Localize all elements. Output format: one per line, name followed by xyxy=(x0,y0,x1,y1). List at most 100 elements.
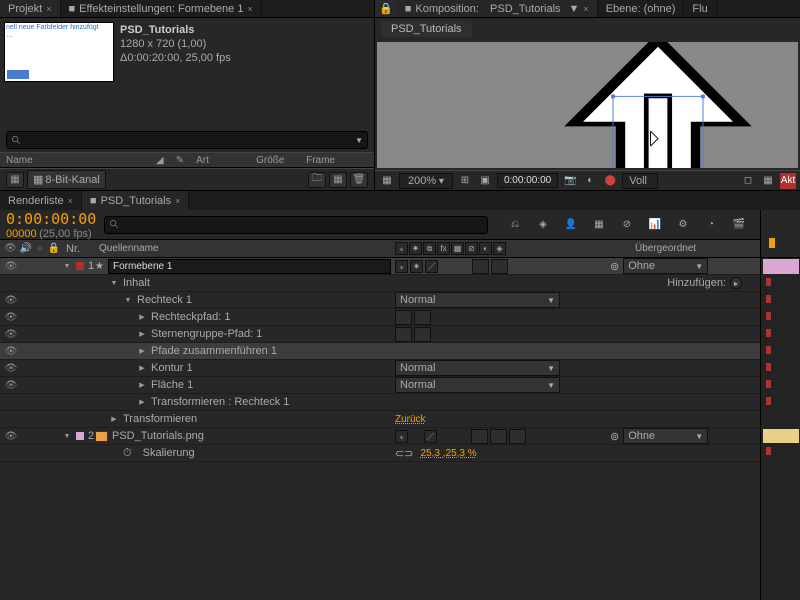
tab-timeline-comp[interactable]: ■PSD_Tutorials× xyxy=(82,191,189,210)
visibility-toggle[interactable]: 👁 xyxy=(4,312,18,323)
collapse-switch[interactable]: ✷ xyxy=(410,260,423,273)
layer-bar[interactable] xyxy=(763,429,799,443)
close-icon[interactable]: × xyxy=(583,4,588,14)
visibility-toggle[interactable]: 👁 xyxy=(4,363,18,374)
twirl-icon[interactable] xyxy=(137,363,147,373)
fill-row[interactable]: 👁 Fläche 1 Normal▼ xyxy=(0,377,760,394)
scale-property-row[interactable]: ⏱ Skalierung ⊂⊃ 25,3 ,25,3 % xyxy=(0,445,760,462)
visibility-toggle[interactable]: 👁 xyxy=(4,295,18,306)
layer-row[interactable]: 👁 1 ★ ⁎ ✷ ／ ⊚ Ohne▼ xyxy=(0,258,760,275)
frame-blend-icon[interactable]: ▦ xyxy=(588,215,610,235)
twirl-icon[interactable] xyxy=(109,278,119,288)
quality-icon[interactable]: ⧉ xyxy=(423,242,436,255)
timeline-track-area[interactable] xyxy=(760,210,800,600)
keyframe-marker[interactable] xyxy=(766,329,771,337)
visibility-toggle[interactable]: 👁 xyxy=(4,329,18,340)
transform-rect-row[interactable]: Transformieren : Rechteck 1 xyxy=(0,394,760,411)
path-toggle[interactable] xyxy=(395,327,412,342)
auto-keyframe-icon[interactable]: ◔ xyxy=(700,215,722,235)
active-camera-badge[interactable]: Akt xyxy=(780,173,796,189)
composition-viewport[interactable] xyxy=(377,42,798,168)
blend-mode-dropdown[interactable]: Normal▼ xyxy=(395,292,560,308)
label-icon[interactable]: ✎ xyxy=(170,155,190,166)
interpret-footage-icon[interactable]: ▦ xyxy=(6,172,24,188)
audio-icon[interactable]: 🔊 xyxy=(20,243,32,254)
mode-toggle[interactable] xyxy=(471,429,488,444)
mode-toggle[interactable] xyxy=(472,259,489,274)
quality-switch[interactable]: ／ xyxy=(425,260,438,273)
timeline-search-input[interactable] xyxy=(104,216,488,234)
stroke-row[interactable]: 👁 Kontur 1 Normal▼ xyxy=(0,360,760,377)
close-icon[interactable]: × xyxy=(247,4,252,14)
transform-row[interactable]: Transformieren Zurück xyxy=(0,411,760,428)
keyframe-marker[interactable] xyxy=(766,278,771,286)
shape-group-row[interactable]: 👁 Rechteck 1 Normal▼ xyxy=(0,292,760,309)
twirl-icon[interactable] xyxy=(62,431,72,441)
layer-bar[interactable] xyxy=(763,259,799,274)
shy-switch[interactable]: ⁎ xyxy=(395,260,408,273)
new-comp-icon[interactable]: ▦ xyxy=(329,172,347,188)
col-source[interactable]: Quellenname xyxy=(95,243,395,254)
tab-layer[interactable]: Ebene: (ohne) xyxy=(598,0,685,17)
close-icon[interactable]: × xyxy=(175,196,180,206)
frame-counter[interactable]: 00000 (25,00 fps) xyxy=(6,228,96,240)
arrow-shape[interactable] xyxy=(548,42,768,168)
collapse-icon[interactable]: ✷ xyxy=(409,242,422,255)
pickwhip-icon[interactable]: ⊚ xyxy=(610,260,619,273)
keyframe-marker[interactable] xyxy=(766,346,771,354)
visibility-icon[interactable]: 👁 xyxy=(4,243,17,254)
blend-mode-dropdown[interactable]: Normal▼ xyxy=(395,360,560,376)
quality-switch[interactable]: ／ xyxy=(424,430,437,443)
zoom-dropdown[interactable]: 200% ▾ xyxy=(399,173,453,189)
shy-switch[interactable]: ⁎ xyxy=(395,430,408,443)
draft3d-icon[interactable]: ◈ xyxy=(532,215,554,235)
solo-icon[interactable]: ○ xyxy=(35,243,44,254)
adjustment-icon[interactable]: ◐ xyxy=(479,242,492,255)
shape-path-row[interactable]: 👁 Sternengruppe-Pfad: 1 xyxy=(0,326,760,343)
path-toggle[interactable] xyxy=(414,310,431,325)
label-color[interactable] xyxy=(76,432,84,440)
trash-icon[interactable]: 🗑 xyxy=(350,172,368,188)
render-icon[interactable]: 🎬 xyxy=(728,215,750,235)
resolution-dropdown[interactable]: Voll xyxy=(622,173,658,189)
col-size[interactable]: Größe xyxy=(250,155,300,166)
visibility-toggle[interactable]: 👁 xyxy=(4,380,18,391)
3d-icon[interactable]: ◈ xyxy=(493,242,506,255)
shy-icon[interactable]: 👤 xyxy=(560,215,582,235)
transparency-icon[interactable]: ▦ xyxy=(760,173,776,189)
playhead-icon[interactable] xyxy=(765,238,779,252)
visibility-toggle[interactable]: 👁 xyxy=(4,346,18,357)
tab-render-queue[interactable]: Renderliste× xyxy=(0,191,82,210)
keyframe-marker[interactable] xyxy=(766,380,771,388)
visibility-toggle[interactable]: 👁 xyxy=(4,261,18,272)
col-parent[interactable]: Übergeordnet xyxy=(635,243,745,254)
twirl-icon[interactable] xyxy=(137,380,147,390)
col-frames[interactable]: Frame xyxy=(300,155,341,166)
twirl-icon[interactable] xyxy=(137,312,147,322)
merge-paths-row[interactable]: 👁 Pfade zusammenführen 1 xyxy=(0,343,760,360)
current-timecode[interactable]: 0:00:00:00 xyxy=(6,210,96,228)
lock-icon[interactable]: 🔒 xyxy=(375,0,397,17)
twirl-icon[interactable] xyxy=(137,346,147,356)
bit-depth-toggle[interactable]: ▦8-Bit-Kanal xyxy=(27,170,106,189)
stopwatch-icon[interactable]: ⏱ xyxy=(123,447,132,460)
magnify-icon[interactable]: ▦ xyxy=(379,173,395,189)
mask-icon[interactable]: ▣ xyxy=(477,173,493,189)
brainstorm-icon[interactable]: ⚙ xyxy=(672,215,694,235)
tab-flu[interactable]: Flu xyxy=(684,0,716,17)
layer-row[interactable]: 👁 2 PSD_Tutorials.png ⁎ ／ ⊚ Ohne▼ xyxy=(0,428,760,445)
parent-dropdown[interactable]: Ohne▼ xyxy=(623,258,708,274)
label-color[interactable] xyxy=(76,262,84,270)
keyframe-marker[interactable] xyxy=(766,295,771,303)
path-toggle[interactable] xyxy=(395,310,412,325)
keyframe-marker[interactable] xyxy=(766,397,771,405)
add-shape-button[interactable]: Hinzufügen:▸ xyxy=(667,277,742,289)
twirl-icon[interactable] xyxy=(109,414,119,424)
new-folder-icon[interactable]: 🗀 xyxy=(308,172,326,188)
shy-switch-icon[interactable]: ⁎ xyxy=(395,242,408,255)
comp-timecode[interactable]: 0:00:00:00 xyxy=(497,173,558,188)
project-thumbnail[interactable]: nell neue Farbfelder hinzufügt… xyxy=(4,22,114,82)
col-type[interactable]: Art xyxy=(190,155,250,166)
keyframe-marker[interactable] xyxy=(766,363,771,371)
layer-name-input[interactable] xyxy=(108,259,391,274)
